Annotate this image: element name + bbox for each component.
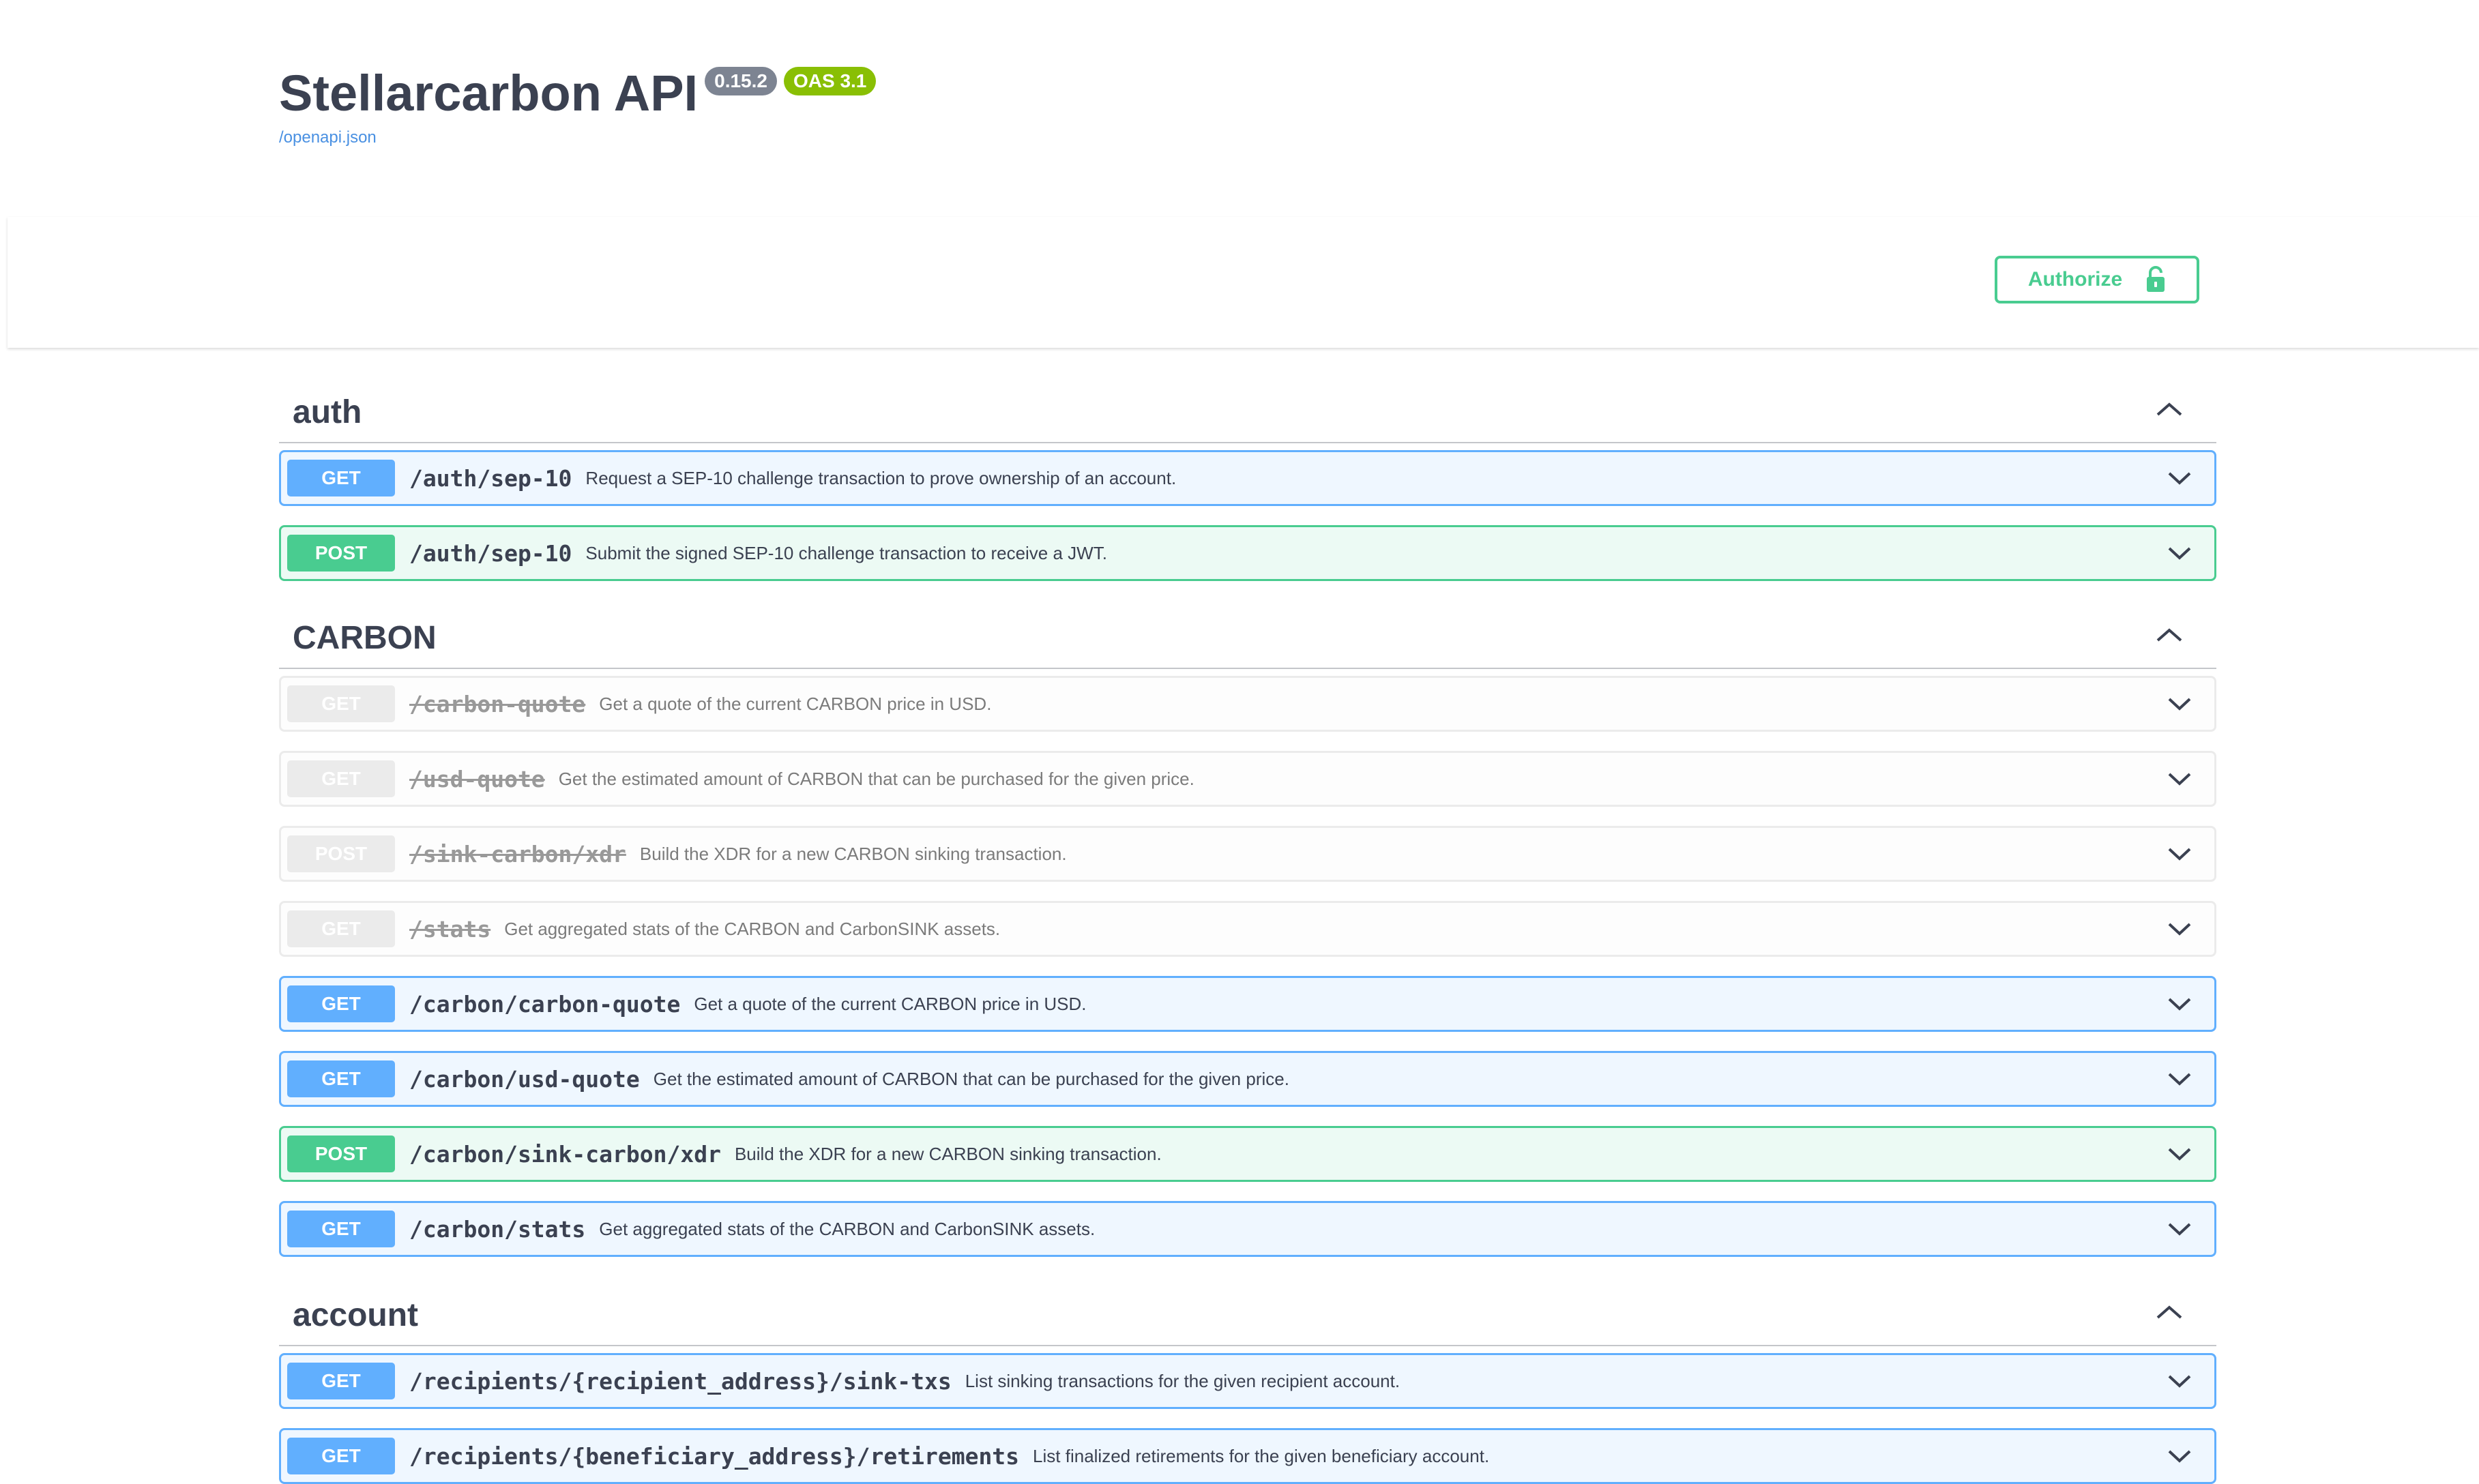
chevron-down-icon[interactable] (2165, 541, 2194, 566)
operation-get-carbon-quote-deprecated[interactable]: GET /carbon-quote Get a quote of the cur… (279, 676, 2216, 732)
tag-section-account[interactable]: account (279, 1275, 2216, 1346)
operation-post-carbon-sink-carbon-xdr[interactable]: POST /carbon/sink-carbon/xdr Build the X… (279, 1126, 2216, 1182)
chevron-down-icon[interactable] (2165, 1142, 2194, 1167)
scheme-container: Authorize (8, 217, 2479, 348)
operation-path: /auth/sep-10 (409, 464, 572, 492)
chevron-down-icon[interactable] (2165, 1444, 2194, 1469)
api-info: Stellarcarbon API 0.15.2 OAS 3.1 /openap… (279, 61, 877, 147)
operation-get-auth-sep-10[interactable]: GET /auth/sep-10 Request a SEP-10 challe… (279, 450, 2216, 506)
operation-path: /carbon/usd-quote (409, 1065, 640, 1093)
operation-path: /carbon-quote (409, 690, 586, 717)
tag-section-carbon[interactable]: CARBON (279, 597, 2216, 669)
operation-summary: Get the estimated amount of CARBON that … (653, 1068, 1289, 1089)
chevron-down-icon[interactable] (2165, 917, 2194, 942)
operation-summary: List finalized retirements for the given… (1033, 1445, 1490, 1466)
api-title: Stellarcarbon API (279, 65, 699, 121)
operation-path: /sink-carbon/xdr (409, 840, 626, 867)
operation-path: /carbon/stats (409, 1215, 586, 1243)
operation-get-recipient-sink-txs[interactable]: GET /recipients/{recipient_address}/sink… (279, 1353, 2216, 1409)
oas-badge: OAS 3.1 (783, 67, 877, 95)
operation-summary: Request a SEP-10 challenge transaction t… (585, 467, 1177, 488)
operation-path: /auth/sep-10 (409, 539, 572, 567)
operation-path: /carbon/carbon-quote (409, 990, 681, 1018)
tag-title-carbon: CARBON (293, 620, 437, 656)
chevron-down-icon[interactable] (2165, 1067, 2194, 1092)
tag-title-account: account (293, 1297, 419, 1333)
method-badge: POST (287, 535, 395, 572)
chevron-down-icon[interactable] (2165, 692, 2194, 717)
chevron-down-icon[interactable] (2165, 842, 2194, 867)
operation-get-carbon-stats[interactable]: GET /carbon/stats Get aggregated stats o… (279, 1201, 2216, 1257)
method-badge: GET (287, 1363, 395, 1399)
openapi-spec-link[interactable]: /openapi.json (279, 128, 876, 147)
operation-get-carbon-usd-quote[interactable]: GET /carbon/usd-quote Get the estimated … (279, 1051, 2216, 1107)
method-badge: GET (287, 985, 395, 1022)
operation-summary: Build the XDR for a new CARBON sinking t… (639, 843, 1067, 864)
operation-post-auth-sep-10[interactable]: POST /auth/sep-10 Submit the signed SEP-… (279, 525, 2216, 581)
operation-path: /recipients/{beneficiary_address}/retire… (409, 1442, 1020, 1470)
tag-section-auth[interactable]: auth (279, 372, 2216, 443)
operation-path: /stats (409, 915, 491, 943)
chevron-up-icon[interactable] (2151, 621, 2188, 648)
operation-summary: List sinking transactions for the given … (965, 1370, 1400, 1391)
operation-summary: Get aggregated stats of the CARBON and C… (504, 918, 1001, 939)
title-row: Stellarcarbon API 0.15.2 OAS 3.1 (279, 61, 877, 125)
operation-path: /carbon/sink-carbon/xdr (409, 1140, 721, 1168)
tag-title-auth: auth (293, 394, 362, 430)
method-badge: GET (287, 1211, 395, 1247)
method-badge: GET (287, 685, 395, 722)
operation-path: /usd-quote (409, 765, 545, 792)
operation-summary: Get the estimated amount of CARBON that … (558, 768, 1194, 789)
operation-get-usd-quote-deprecated[interactable]: GET /usd-quote Get the estimated amount … (279, 751, 2216, 807)
method-badge: GET (287, 910, 395, 947)
chevron-down-icon[interactable] (2165, 466, 2194, 491)
chevron-down-icon[interactable] (2165, 767, 2194, 792)
operation-summary: Get aggregated stats of the CARBON and C… (599, 1218, 1096, 1239)
method-badge: POST (287, 1136, 395, 1172)
method-badge: GET (287, 760, 395, 797)
chevron-up-icon[interactable] (2151, 1298, 2188, 1325)
chevron-down-icon[interactable] (2165, 1217, 2194, 1242)
operation-summary: Get a quote of the current CARBON price … (599, 693, 992, 714)
unlocked-padlock-icon (2147, 266, 2165, 292)
operation-get-carbon-carbon-quote[interactable]: GET /carbon/carbon-quote Get a quote of … (279, 976, 2216, 1032)
operation-summary: Get a quote of the current CARBON price … (694, 993, 1087, 1014)
method-badge: GET (287, 1438, 395, 1474)
authorize-label: Authorize (2027, 268, 2123, 291)
method-badge: GET (287, 1060, 395, 1097)
operation-summary: Build the XDR for a new CARBON sinking t… (734, 1143, 1162, 1164)
chevron-up-icon[interactable] (2151, 395, 2188, 422)
chevron-down-icon[interactable] (2165, 1369, 2194, 1394)
method-badge: POST (287, 835, 395, 872)
operation-post-sink-carbon-xdr-deprecated[interactable]: POST /sink-carbon/xdr Build the XDR for … (279, 826, 2216, 882)
operation-get-beneficiary-retirements[interactable]: GET /recipients/{beneficiary_address}/re… (279, 1428, 2216, 1484)
operation-get-stats-deprecated[interactable]: GET /stats Get aggregated stats of the C… (279, 901, 2216, 957)
chevron-down-icon[interactable] (2165, 992, 2194, 1017)
method-badge: GET (287, 460, 395, 496)
operation-path: /recipients/{recipient_address}/sink-txs (409, 1367, 952, 1395)
operation-summary: Submit the signed SEP-10 challenge trans… (585, 542, 1107, 563)
version-badge: 0.15.2 (705, 67, 777, 95)
authorize-button[interactable]: Authorize (1995, 256, 2199, 303)
